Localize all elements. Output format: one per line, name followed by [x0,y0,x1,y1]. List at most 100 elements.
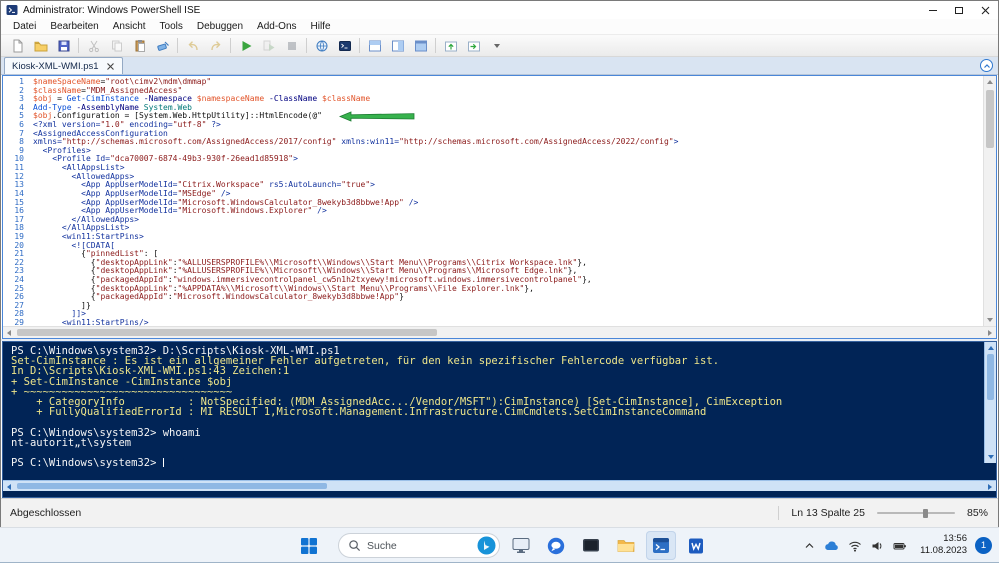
stop-operation-button[interactable] [280,36,303,56]
scroll-down-arrow-icon[interactable] [987,318,993,322]
scroll-right-arrow-icon[interactable] [988,483,992,490]
console-vertical-scrollbar[interactable] [984,342,996,463]
volume-icon[interactable] [871,540,884,552]
taskbar: Suche 13:56 11.08.2023 1 [0,527,999,562]
start-powershell-exe-button[interactable] [333,36,356,56]
console-line-8[interactable] [11,417,996,427]
menu-item-bearbeiten[interactable]: Bearbeiten [43,20,105,33]
search-placeholder: Suche [367,539,397,552]
code-line-10[interactable]: 10 <Profile Id="dca70007-6874-49b3-930f-… [3,155,983,164]
maximize-button[interactable] [946,1,972,19]
scroll-right-arrow-icon[interactable] [988,330,992,336]
taskbar-app-explorer[interactable] [611,531,641,560]
scroll-left-arrow-icon[interactable] [7,483,11,490]
close-button[interactable] [972,1,998,19]
scroll-up-arrow-icon[interactable] [987,80,993,84]
console-output[interactable]: PS C:\Windows\system32> D:\Scripts\Kiosk… [11,346,996,469]
notification-badge[interactable]: 1 [975,537,992,554]
code-line-19[interactable]: 19 <win11:StartPins> [3,232,983,242]
console-horizontal-scrollbar[interactable] [3,480,996,491]
script-pane-toggle-button[interactable] [980,59,993,72]
code-line-17[interactable]: 17 </AllowedApps> [3,215,983,225]
new-script-button[interactable] [6,36,29,56]
bing-search-icon[interactable] [477,536,496,555]
powershell-ise-window: Administrator: Windows PowerShell ISE Da… [0,0,999,527]
console-line-10[interactable]: nt-autorit„t\system [11,437,996,448]
script-tab[interactable]: Kiosk-XML-WMI.ps1 [4,57,123,74]
redo-button[interactable] [204,36,227,56]
paste-button[interactable] [128,36,151,56]
windows-logo-icon [301,538,317,554]
toolbar-overflow-button[interactable] [485,36,508,56]
tab-close-icon[interactable] [106,62,115,71]
taskbar-app-word[interactable] [681,531,711,560]
taskbar-app-monitor[interactable] [506,531,536,560]
toolbar-separator [359,38,360,53]
show-command-addon-button[interactable] [439,36,462,56]
script-editor-pane: 1 $nameSpaceName="root\cimv2\mdm\dmmap" 2 $… [2,75,997,339]
zoom-level: 85% [966,507,988,519]
taskbar-app-terminal[interactable] [576,531,606,560]
code-line-29[interactable]: 29 <win11:StartPins/> [3,318,983,326]
copy-button[interactable] [105,36,128,56]
menu-item-datei[interactable]: Datei [6,20,43,33]
undo-button[interactable] [181,36,204,56]
editor-hscroll-thumb[interactable] [17,329,437,336]
minimize-button[interactable] [920,1,946,19]
zoom-slider[interactable] [876,507,955,519]
console-line-7[interactable]: + FullyQualifiedErrorId : MI RESULT 1,Mi… [11,407,996,418]
editor-vertical-scrollbar[interactable] [983,76,996,326]
start-button[interactable] [298,535,320,557]
taskbar-clock[interactable]: 13:56 11.08.2023 [905,533,967,557]
editor-area[interactable]: 1 $nameSpaceName="root\cimv2\mdm\dmmap" 2 $… [3,76,996,326]
new-remote-powershell-tab-button[interactable] [310,36,333,56]
menu-item-add-ons[interactable]: Add-Ons [250,20,303,33]
code-line-27[interactable]: 27 ]} [3,301,983,311]
scroll-left-arrow-icon[interactable] [7,330,11,336]
run-script-button[interactable] [234,36,257,56]
save-button[interactable] [52,36,75,56]
show-script-pane-top-button[interactable] [363,36,386,56]
taskbar-search[interactable]: Suche [338,533,500,558]
taskbar-app-chat[interactable] [541,531,571,560]
scroll-down-arrow-icon[interactable] [988,455,994,459]
code-line-28[interactable]: 28 ]]> [3,310,983,319]
console-line-12[interactable]: PS C:\Windows\system32> [11,458,996,468]
toolbar-separator [78,38,79,53]
console-hscroll-thumb[interactable] [17,483,327,489]
menu-item-hilfe[interactable]: Hilfe [304,20,338,33]
clear-console-pane-button[interactable] [151,36,174,56]
wifi-icon[interactable] [848,540,862,552]
show-script-pane-right-button[interactable] [386,36,409,56]
title-bar: Administrator: Windows PowerShell ISE [1,1,998,19]
toolbar-separator [177,38,178,53]
menu-item-ansicht[interactable]: Ansicht [106,20,153,33]
console-content[interactable]: PS C:\Windows\system32> D:\Scripts\Kiosk… [3,342,996,480]
menu-item-debuggen[interactable]: Debuggen [190,20,250,33]
code-line-26[interactable]: 26 {"packagedAppId":"Microsoft.WindowsCa… [3,292,983,302]
console-vscroll-thumb[interactable] [987,354,994,400]
tray-chevron-up-icon[interactable] [804,541,815,551]
tab-bar: Kiosk-XML-WMI.ps1 [1,57,998,75]
editor-code[interactable]: 1 $nameSpaceName="root\cimv2\mdm\dmmap" 2 $… [3,76,983,326]
menu-item-tools[interactable]: Tools [153,20,190,33]
show-command-window-button[interactable] [462,36,485,56]
editor-horizontal-scrollbar[interactable] [3,326,996,338]
show-script-pane-maximized-button[interactable] [409,36,432,56]
cut-button[interactable] [82,36,105,56]
taskbar-app-powershell-ise[interactable] [646,531,676,560]
editor-vscroll-thumb[interactable] [986,90,994,148]
toolbar-separator [230,38,231,53]
open-script-button[interactable] [29,36,52,56]
search-icon [349,540,361,552]
console-line-9[interactable]: PS C:\Windows\system32> whoami [11,427,996,438]
scroll-up-arrow-icon[interactable] [988,346,994,350]
zoom-slider-track [876,512,955,514]
onedrive-cloud-icon[interactable] [824,540,839,551]
code-line-11[interactable]: 11 <AllAppsList> [3,163,983,173]
code-line-8[interactable]: 8 xmlns="http://schemas.microsoft.com/Ass… [3,137,983,147]
code-line-16[interactable]: 16 <App AppUserModelId="Microsoft.Window… [3,206,983,216]
run-selection-button[interactable] [257,36,280,56]
code-line-18[interactable]: 18 </AllAppsList> [3,224,983,233]
zoom-slider-thumb[interactable] [922,509,928,518]
